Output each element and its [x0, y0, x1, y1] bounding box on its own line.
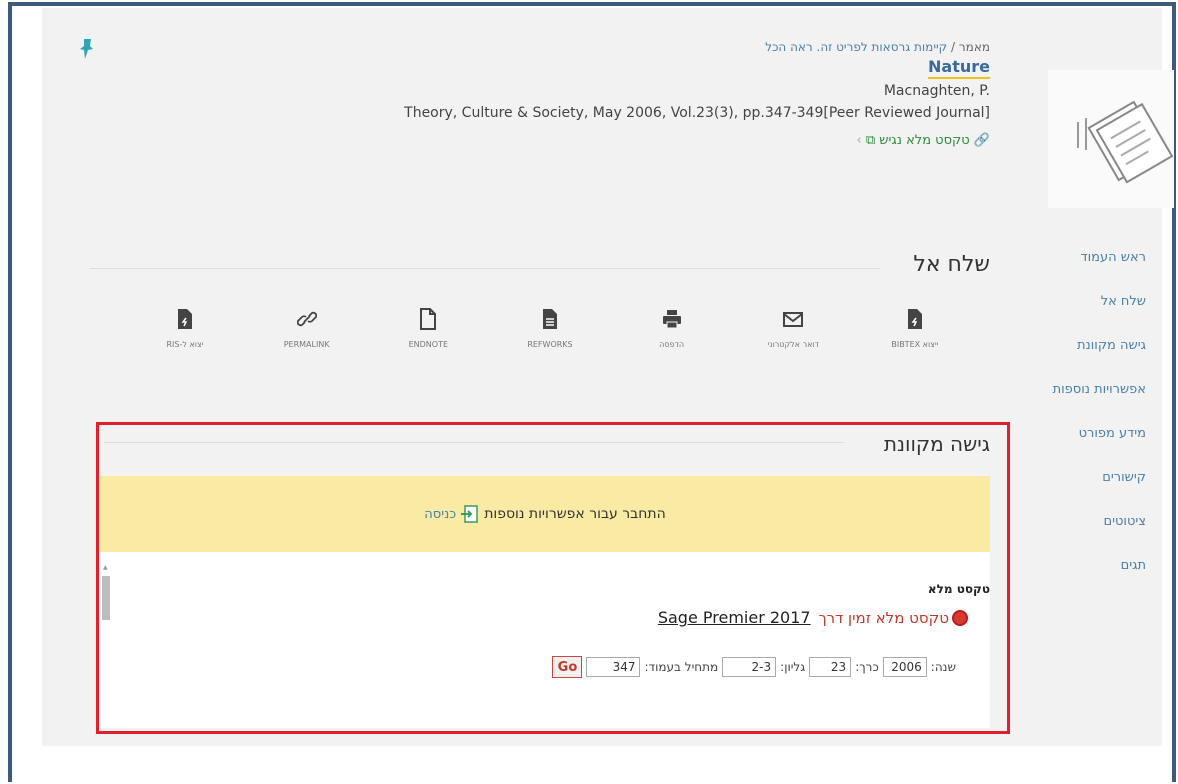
login-link[interactable]: כניסה — [424, 505, 478, 523]
fulltext-available-text: טקסט מלא זמין דרך — [818, 608, 949, 627]
attachment-icon: 🔗 — [973, 133, 990, 148]
bibtex-file-icon — [907, 309, 922, 329]
go-button[interactable]: Go — [552, 656, 583, 678]
year-input[interactable] — [882, 657, 927, 677]
side-navigation: ראש העמוד שלח אל גישה מקוונת אפשרויות נו… — [1053, 246, 1146, 598]
fulltext-frame — [100, 552, 990, 728]
endnote-button[interactable]: ENDNOTE — [373, 308, 483, 349]
email-button[interactable]: דואר אלקטרוני — [738, 308, 848, 349]
link-icon — [296, 311, 317, 327]
fulltext-status-icon — [952, 609, 968, 626]
scrollbar-thumb[interactable] — [102, 576, 110, 620]
availability-link[interactable]: 🔗 טקסט מלא נגיש ⧉ › — [404, 133, 990, 148]
refworks-button[interactable]: REFWORKS — [495, 308, 605, 349]
provider-link[interactable]: Sage Premier 2017 — [658, 608, 811, 627]
year-label: שנה: — [930, 660, 956, 674]
pin-icon[interactable] — [78, 38, 96, 60]
versions-link[interactable]: קיימות גרסאות לפריט זה. ראה הכל — [765, 40, 947, 54]
availability-text: טקסט מלא נגיש — [879, 133, 970, 148]
permalink-button[interactable]: PERMALINK — [252, 308, 362, 349]
online-access-divider — [104, 442, 844, 443]
bibtex-export-button[interactable]: ייצוא BIBTEX — [860, 308, 970, 349]
start-page-label: מתחיל בעמוד: — [644, 660, 719, 674]
sidenav-item-citations[interactable]: ציטוטים — [1053, 510, 1146, 540]
send-to-heading: שלח אל — [913, 252, 990, 277]
volume-input[interactable] — [809, 657, 852, 677]
print-icon — [662, 310, 681, 329]
endnote-file-icon — [420, 308, 437, 330]
login-banner: התחבר עבור אפשרויות נוספות כניסה — [100, 476, 990, 552]
fulltext-availability: טקסט מלא זמין דרך Sage Premier 2017 — [658, 608, 968, 627]
online-access-heading: גישה מקוונת — [883, 432, 990, 456]
email-icon — [783, 312, 804, 327]
issue-input[interactable] — [722, 657, 777, 677]
sidenav-item-online-access[interactable]: גישה מקוונת — [1053, 334, 1146, 364]
external-link-icon: ⧉ — [865, 133, 876, 148]
sidenav-item-links[interactable]: קישורים — [1053, 466, 1146, 496]
sidenav-item-send-to[interactable]: שלח אל — [1053, 290, 1146, 320]
ris-export-button[interactable]: יצוא ל-RIS — [130, 308, 240, 349]
print-button[interactable]: הדפסה — [617, 308, 727, 349]
sidenav-item-tags[interactable]: תגים — [1053, 554, 1146, 584]
record-details: מאמר / קיימות גרסאות לפריט זה. ראה הכל N… — [404, 40, 990, 148]
chevron-right-icon[interactable]: › — [857, 133, 862, 148]
sign-in-icon — [461, 505, 478, 523]
sidenav-item-details[interactable]: מידע מפורט — [1053, 422, 1146, 452]
fulltext-heading: טקסט מלא — [927, 582, 990, 596]
send-to-divider — [90, 268, 880, 269]
record-type: מאמר — [958, 40, 990, 54]
volume-label: כרך: — [855, 660, 879, 674]
issue-label: גליון: — [780, 660, 806, 674]
refworks-file-icon — [542, 309, 557, 329]
record-source: Theory, Culture & Society, May 2006, Vol… — [404, 105, 990, 121]
send-to-actions: ייצוא BIBTEX דואר אלקטרוני הדפסה REFWORK… — [130, 308, 970, 349]
record-title[interactable]: Nature — [928, 57, 990, 79]
record-author: Macnaghten, P. — [883, 83, 990, 99]
sidenav-item-more-options[interactable]: אפשרויות נוספות — [1053, 378, 1146, 408]
ris-file-icon — [178, 309, 192, 329]
login-prompt: התחבר עבור אפשרויות נוספות — [484, 506, 666, 522]
start-page-input[interactable] — [586, 657, 641, 677]
sidenav-item-top[interactable]: ראש העמוד — [1053, 246, 1146, 276]
citation-form: שנה: כרך: גליון: מתחיל בעמוד: Go — [552, 656, 956, 678]
login-link-label: כניסה — [424, 506, 457, 522]
scroll-up-icon[interactable]: ▲ — [103, 564, 108, 571]
document-thumbnail-icon — [1048, 70, 1174, 208]
